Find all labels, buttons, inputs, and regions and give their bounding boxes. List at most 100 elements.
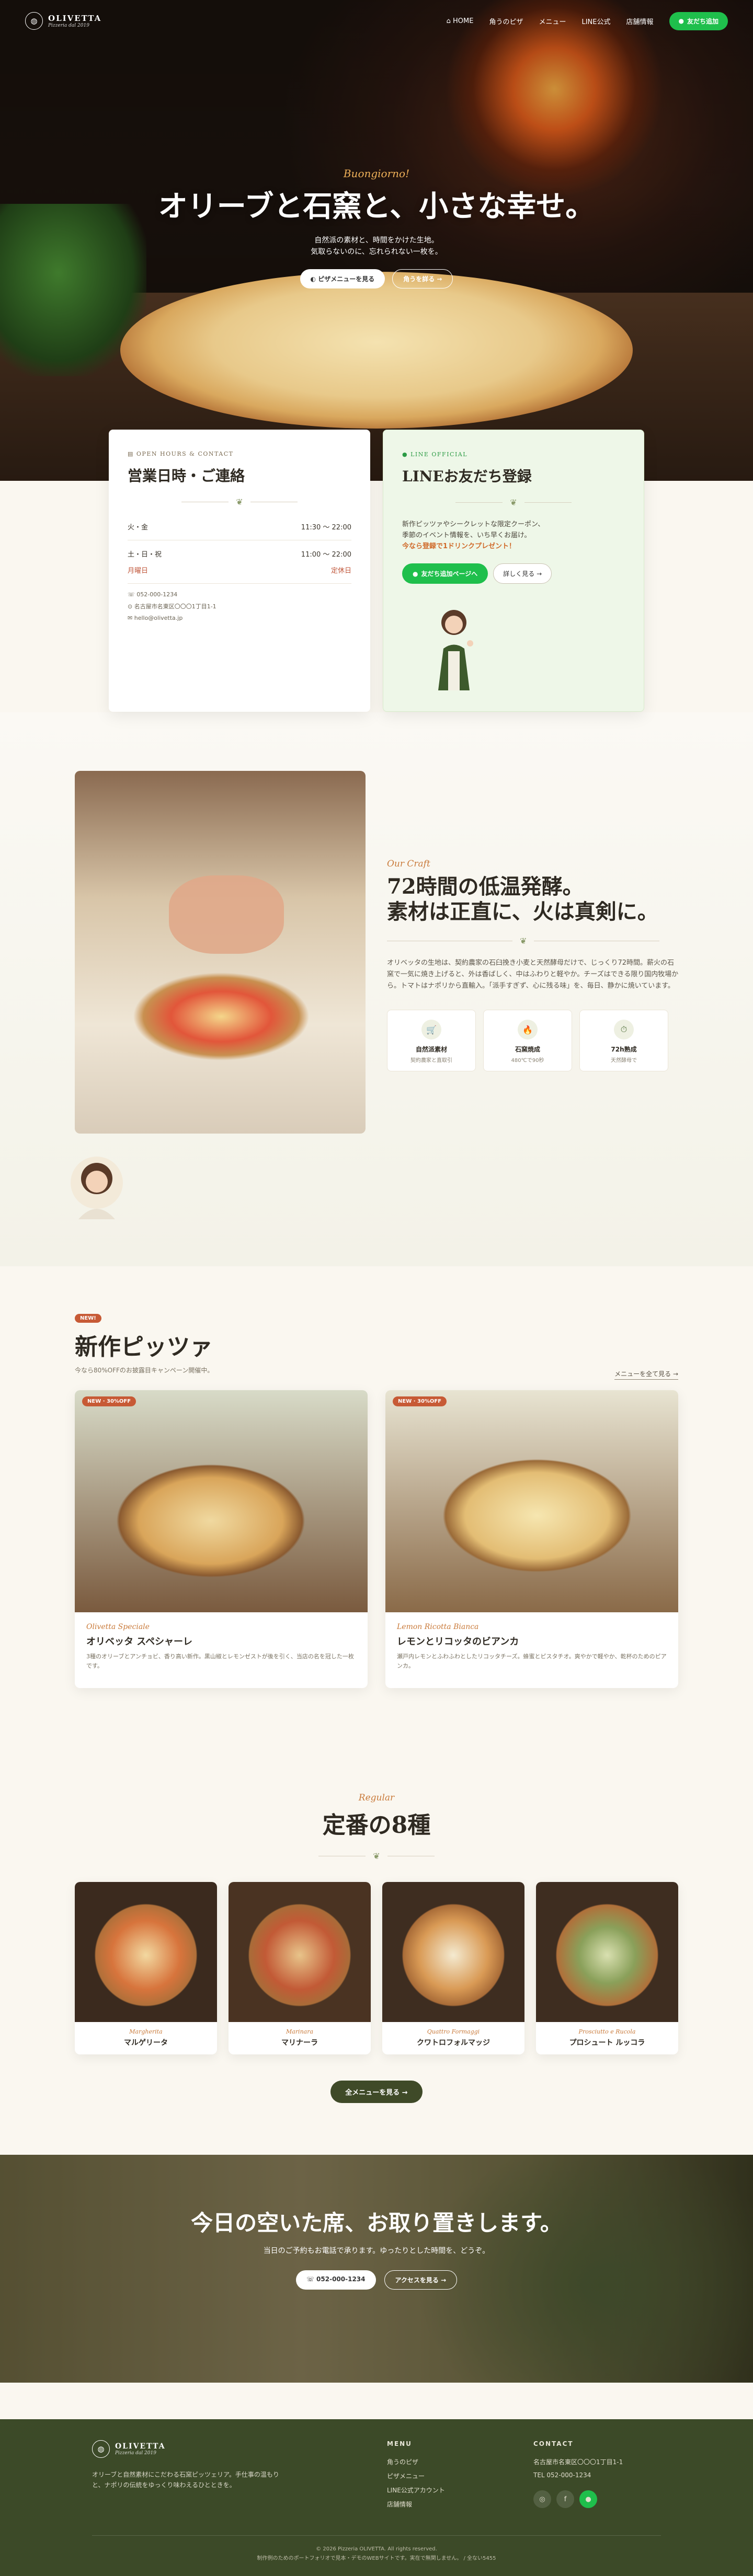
new-pizza-card[interactable]: NEW · 30%OFF Olivetta Speciale オリベッタ スペシ…	[75, 1390, 368, 1688]
discount-badge: NEW · 30%OFF	[82, 1396, 136, 1406]
cta-buttons: ☏ 052-000-1234 アクセスを見る →	[0, 2270, 753, 2290]
footer-menu-link[interactable]: ピザメニュー	[387, 2469, 445, 2483]
card-body: Olivetta Speciale オリベッタ スペシャーレ 3種のオリーブとア…	[75, 1612, 368, 1681]
new-title: 新作ピッツァ	[75, 1334, 213, 1360]
email-item[interactable]: ✉ hello@olivetta.jp	[128, 613, 351, 623]
craft-title-2: 素材は正直に、火は真剣に。	[387, 899, 658, 924]
phone-item[interactable]: ☏ 052-000-1234	[128, 589, 351, 600]
pizza-making-image	[75, 771, 366, 1134]
new-pizza-section: NEW! 新作ピッツァ 今なら80%OFFのお披露目キャンペーン開催中。 メニュ…	[75, 1312, 678, 1688]
line-add-friend-button[interactable]: ● 友だち追加	[669, 11, 728, 30]
new-pizza-card[interactable]: NEW · 30%OFF Lemon Ricotta Bianca レモンとリコ…	[385, 1390, 678, 1688]
line-add-label: 友だち追加	[687, 17, 718, 25]
craft-title-1: 72時間の低温発酵。	[387, 874, 584, 899]
row-separator	[128, 583, 351, 584]
logo[interactable]: ◍ OLIVETTA Pizzeria dal 2019	[25, 12, 101, 30]
footer-menu-link[interactable]: 角うのピザ	[387, 2455, 445, 2469]
hours-time: 定休日	[330, 567, 351, 575]
regular-pizza-card[interactable]: Margherita マルゲリータ	[75, 1882, 217, 2054]
hero-kicker: Buongiorno!	[343, 167, 410, 180]
pizza-icon: ◐	[310, 275, 316, 283]
divider: ❦	[402, 498, 625, 507]
clock-icon: ⏱	[614, 1020, 634, 1039]
address-item: ⊙ 名古屋市名東区〇〇〇1丁目1-1	[128, 600, 351, 613]
footer-tel[interactable]: TEL 052-000-1234	[533, 2469, 623, 2481]
regular-kicker: Regular	[358, 1793, 395, 1803]
olive-leaf-icon: ❦	[373, 1851, 380, 1861]
hero-title: オリーブと石窯と、小さな幸せ。	[158, 189, 595, 224]
view-menu-button[interactable]: ◐ ピザメニューを見る	[300, 269, 385, 288]
email-text: hello@olivetta.jp	[134, 615, 183, 621]
pin-icon: ⊙	[128, 603, 133, 610]
site-header: ◍ OLIVETTA Pizzeria dal 2019 ⌂ HOME 角うのピ…	[0, 0, 753, 42]
instagram-icon[interactable]: ◎	[533, 2490, 551, 2508]
main-nav: ⌂ HOME 角うのピザ メニュー LINE公式 店舗情報 ● 友だち追加	[447, 11, 728, 30]
pizza-name: マルゲリータ	[124, 2039, 168, 2047]
craft-text: Our Craft 72時間の低温発酵。 素材は正直に、火は真剣に。 ❦ オリベ…	[387, 859, 680, 1071]
line-details-label: 詳しく見る	[503, 570, 535, 577]
line-icon[interactable]: ●	[579, 2490, 597, 2508]
regular-grid: Margherita マルゲリータ Marinara マリナーラ Quattro F…	[75, 1882, 678, 2054]
craft-body: オリベッタの生地は、契約農家の石臼挽き小麦と天然酵母だけで、じっくり72時間。薪…	[387, 959, 679, 990]
hours-kicker-text: OPEN HOURS & CONTACT	[136, 450, 234, 457]
regular-pizza-card[interactable]: Marinara マリナーラ	[229, 1882, 371, 2054]
hero-sub-line2: 気取らないのに、忘れられない一枚を。	[311, 248, 442, 256]
cta-sub: 当日のご予約もお電話で承ります。ゆったりとした時間を、どうぞ。	[263, 2247, 490, 2255]
nav-menu[interactable]: メニュー	[539, 16, 566, 26]
site-footer: ◍ OLIVETTA Pizzeria dal 2019 オリーブと自然素材にこ…	[0, 2419, 753, 2576]
phone-icon: ☏	[128, 591, 135, 598]
pizza-kicker: Prosciutto e Rucola	[578, 2028, 636, 2035]
footer-logo[interactable]: ◍ OLIVETTA Pizzeria dal 2019	[92, 2440, 291, 2458]
olive-leaf-icon: ❦	[520, 936, 527, 946]
social-links: ◎ f ●	[533, 2488, 623, 2511]
pizza-image: NEW · 30%OFF	[75, 1390, 368, 1612]
arrow-right-icon: →	[537, 570, 542, 577]
hours-card: ▤ OPEN HOURS & CONTACT 営業日時・ご連絡 ❦ 火・金 11:…	[109, 430, 370, 712]
disclaimer: 制作例のためのポートフォリオで見本・デモのWEBサイトです。実在で無関しません。…	[257, 2556, 496, 2561]
hours-day: 土・日・祝	[128, 551, 162, 559]
hours-time: 11:00 ～ 22:00	[301, 551, 351, 559]
staff-illustration	[438, 610, 473, 690]
footer-contact-heading: CONTACT	[533, 2440, 574, 2447]
all-menu-button[interactable]: 全メニューを見る →	[330, 2081, 423, 2103]
contact-list: ☏ 052-000-1234 ⊙ 名古屋市名東区〇〇〇1丁目1-1 ✉ hell…	[128, 589, 351, 623]
pizza-image	[382, 1882, 524, 2022]
hours-title: 営業日時・ご連絡	[128, 467, 245, 484]
pizza-name: クワトロフォルマッジ	[417, 2039, 490, 2047]
hours-row: 土・日・祝 11:00 ～ 22:00	[128, 546, 351, 562]
regular-pizza-card[interactable]: Quattro Formaggi クワトロフォルマッジ	[382, 1882, 524, 2054]
brand-name: OLIVETTA	[115, 2442, 166, 2451]
pizza-image	[536, 1882, 678, 2022]
olive-logo-icon: ◍	[92, 2440, 110, 2458]
line-highlight: 今なら登録で1ドリンクプレゼント！	[402, 542, 516, 550]
footer-menu-link[interactable]: 店舗情報	[387, 2497, 445, 2511]
see-all-menu-link[interactable]: メニューを全て見る →	[614, 1369, 678, 1380]
line-text-2: 季節のイベント情報を、いち早くお届け。	[402, 532, 531, 539]
learn-more-button[interactable]: 角うを詳る →	[392, 269, 453, 288]
line-add-page-button[interactable]: ● 友だち追加ページへ	[402, 563, 488, 584]
footer-menu-heading: MENU	[387, 2440, 412, 2447]
footer-menu-link[interactable]: LINE公式アカウント	[387, 2483, 445, 2497]
regular-pizza-card[interactable]: Prosciutto e Rucola プロシュート ルッコラ	[536, 1882, 678, 2054]
nav-home-label: HOME	[452, 17, 474, 25]
olive-leaf-icon: ❦	[236, 497, 243, 507]
footer-contact: CONTACT 名古屋市名東区〇〇〇1丁目1-1 TEL 052-000-123…	[533, 2440, 623, 2511]
hero-sub-line1: 自然派の素材と、時間をかけた生地。	[314, 236, 439, 245]
call-label: 052-000-1234	[316, 2275, 366, 2283]
line-kicker: ● LINE OFFICIAL	[402, 451, 625, 458]
nav-line[interactable]: LINE公式	[581, 16, 610, 26]
address-text: 名古屋市名東区〇〇〇1丁目1-1	[134, 603, 216, 610]
brand-sub: Pizzeria dal 2019	[48, 23, 89, 28]
hours-day: 火・金	[128, 524, 149, 532]
nav-today[interactable]: 角うのピザ	[489, 16, 523, 26]
pizza-name: オリベッタ スペシャーレ	[86, 1636, 193, 1647]
call-button[interactable]: ☏ 052-000-1234	[295, 2270, 376, 2290]
facebook-icon[interactable]: f	[556, 2490, 574, 2508]
access-button[interactable]: アクセスを見る →	[384, 2270, 458, 2290]
phone-text: 052-000-1234	[136, 591, 178, 598]
line-details-button[interactable]: 詳しく見る →	[493, 563, 552, 584]
feature-title: 自然派素材	[415, 1046, 447, 1053]
nav-home[interactable]: ⌂ HOME	[447, 17, 474, 25]
nav-store[interactable]: 店舗情報	[626, 16, 653, 26]
footer-address: 名古屋市名東区〇〇〇1丁目1-1	[533, 2458, 623, 2466]
